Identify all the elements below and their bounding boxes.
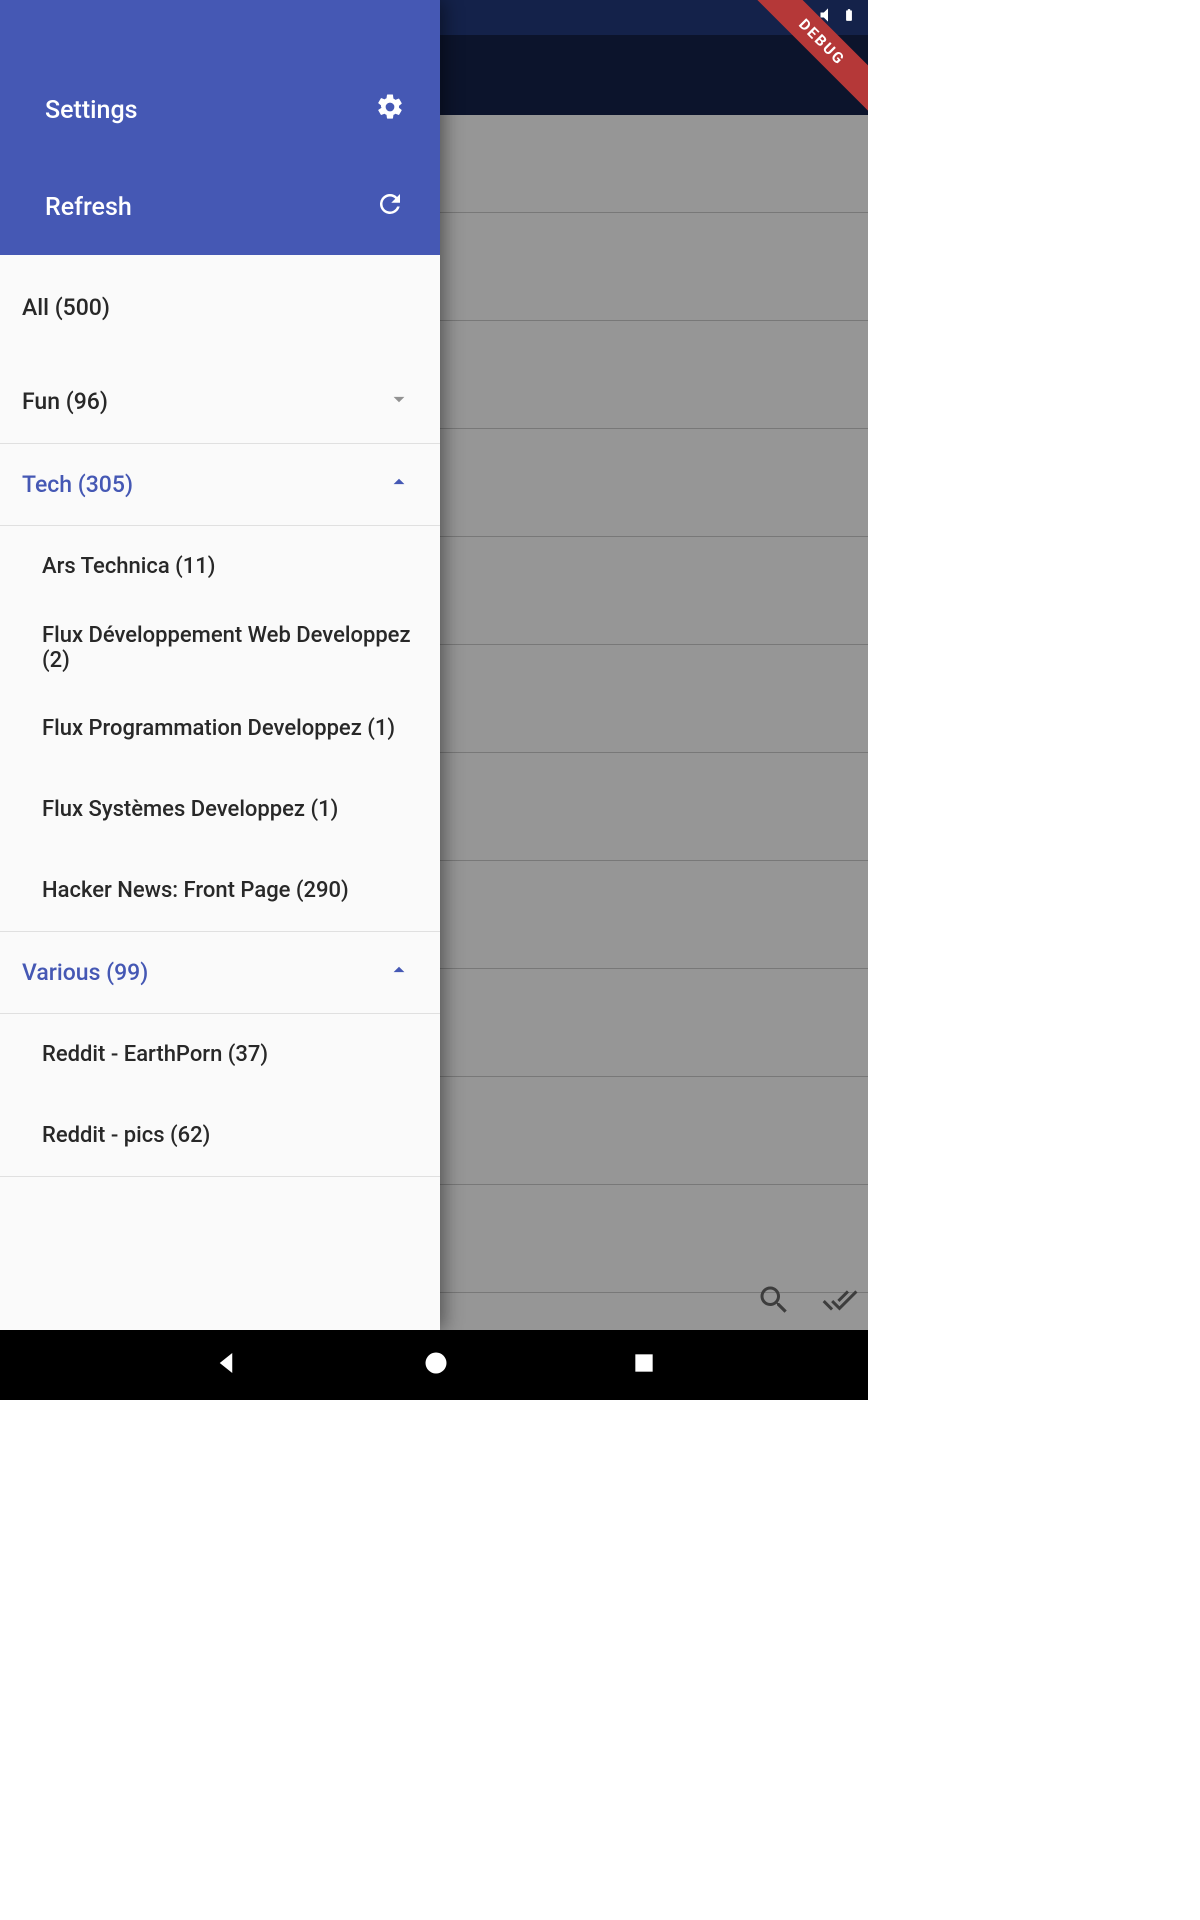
search-icon[interactable] [756, 1282, 792, 1322]
drawer-feed-label: Flux Développement Web Developpez (2) [42, 623, 412, 673]
refresh-icon [375, 189, 405, 226]
drawer-category-various[interactable]: Various (99) [0, 931, 440, 1014]
drawer-category-label: Tech (305) [22, 471, 386, 498]
gear-icon [375, 92, 405, 129]
bottom-action-bar [756, 1282, 858, 1322]
navigation-drawer: Settings Refresh All (500) Fun (96) [0, 0, 440, 1330]
nav-back-button[interactable] [211, 1348, 241, 1382]
drawer-category-label: Various (99) [22, 959, 386, 986]
drawer-feed-item[interactable]: Reddit - EarthPorn (37) [0, 1014, 440, 1095]
drawer-category-tech[interactable]: Tech (305) [0, 443, 440, 526]
drawer-settings-label: Settings [45, 96, 375, 125]
drawer-settings-button[interactable]: Settings [0, 50, 440, 160]
drawer-all-label: All (500) [22, 294, 412, 321]
drawer-feed-item[interactable]: Flux Développement Web Developpez (2) [0, 607, 440, 688]
drawer-header: Settings Refresh [0, 0, 440, 255]
drawer-feed-item[interactable]: Ars Technica (11) [0, 526, 440, 607]
drawer-refresh-button[interactable]: Refresh [0, 160, 440, 255]
chevron-up-icon [386, 469, 412, 501]
nav-recent-button[interactable] [631, 1350, 657, 1380]
app-root: 2:56 [0, 0, 868, 1400]
drawer-feed-item[interactable]: Hacker News: Front Page (290) [0, 850, 440, 931]
volume-mute-icon [818, 5, 838, 30]
drawer-feed-item[interactable]: Flux Systèmes Developpez (1) [0, 769, 440, 850]
drawer-all-item[interactable]: All (500) [0, 255, 440, 360]
chevron-up-icon [386, 957, 412, 989]
drawer-body[interactable]: All (500) Fun (96) Tech (305) Ars Techni… [0, 255, 440, 1330]
nav-home-button[interactable] [422, 1349, 450, 1381]
drawer-feed-item[interactable]: Flux Programmation Developpez (1) [0, 688, 440, 769]
drawer-category-label: Fun (96) [22, 388, 386, 415]
mark-all-read-icon[interactable] [822, 1282, 858, 1322]
wifi-icon [790, 5, 814, 30]
drawer-feed-item[interactable]: Reddit - pics (62) [0, 1095, 440, 1176]
drawer-feed-label: Reddit - pics (62) [42, 1123, 210, 1148]
drawer-feed-label: Flux Programmation Developpez (1) [42, 716, 395, 741]
chevron-down-icon [386, 386, 412, 418]
drawer-feed-label: Flux Systèmes Developpez (1) [42, 797, 338, 822]
drawer-feed-label: Ars Technica (11) [42, 554, 216, 579]
drawer-category-fun[interactable]: Fun (96) [0, 360, 440, 443]
drawer-feed-label: Hacker News: Front Page (290) [42, 878, 349, 903]
system-nav-bar [0, 1330, 868, 1400]
drawer-refresh-label: Refresh [45, 193, 375, 222]
drawer-feed-label: Reddit - EarthPorn (37) [42, 1042, 268, 1067]
divider [0, 1176, 440, 1177]
battery-icon [842, 4, 856, 31]
